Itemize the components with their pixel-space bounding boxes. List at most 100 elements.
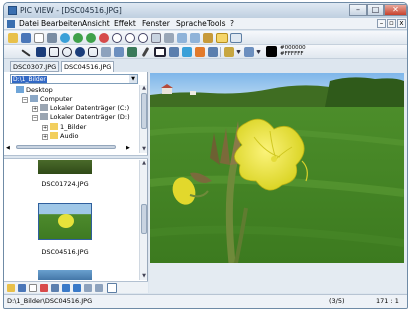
ellipse-tool-icon[interactable] [62, 47, 72, 57]
tab-dsc0307[interactable]: DSC0307.JPG [10, 61, 60, 72]
zoom-fit-icon[interactable] [138, 33, 148, 43]
vscroll-thumb[interactable] [141, 93, 147, 129]
expand-icon[interactable]: + [32, 106, 38, 112]
close-button[interactable]: ✕ [384, 4, 407, 16]
spray-dropdown-icon[interactable] [256, 50, 261, 54]
menu-sprache[interactable]: Sprache [176, 19, 207, 28]
spray-tool-icon[interactable] [244, 47, 254, 57]
menu-fenster[interactable]: Fenster [142, 19, 170, 28]
tab-dsc04516[interactable]: DSC04516.JPG [61, 61, 115, 72]
scroll-up-icon[interactable]: ▲ [140, 85, 148, 92]
tree-item-drive-d[interactable]: − Lokaler Datenträger (D:) [32, 113, 130, 122]
zoom-in-icon[interactable] [112, 33, 122, 43]
rounded-rect-tool-icon[interactable] [88, 47, 98, 57]
expand-icon[interactable]: + [42, 134, 48, 140]
text-tool-icon[interactable] [182, 47, 192, 57]
fill-tool-icon[interactable] [127, 47, 137, 57]
mdi-restore-button[interactable]: ▫ [387, 19, 396, 28]
thumbnail-label: DSC04516.JPG [41, 248, 89, 256]
rotate-left-icon[interactable] [177, 33, 187, 43]
save-icon[interactable] [21, 33, 31, 43]
print-icon[interactable] [47, 33, 57, 43]
new-icon[interactable] [29, 284, 37, 292]
previous-icon[interactable] [73, 33, 83, 43]
rect-tool-icon[interactable] [49, 47, 59, 57]
brush-tool-icon[interactable] [224, 47, 234, 57]
move-icon[interactable] [62, 284, 70, 292]
open-icon[interactable] [8, 33, 18, 43]
pen-tool-icon[interactable] [141, 46, 150, 58]
rename-icon[interactable] [51, 284, 59, 292]
image-viewer [149, 73, 407, 293]
minimize-button[interactable]: – [349, 4, 367, 16]
tree-item-desktop[interactable]: Desktop [16, 86, 53, 95]
document-tabs: DSC0307.JPG DSC04516.JPG [4, 60, 144, 72]
frame-tool-icon[interactable] [154, 47, 166, 57]
slideshow-icon[interactable] [203, 33, 213, 43]
main-photo[interactable] [150, 73, 404, 263]
mdi-minimize-button[interactable]: – [377, 19, 386, 28]
new-file-icon[interactable] [34, 33, 44, 43]
line-tool-icon[interactable] [21, 49, 31, 57]
next-icon[interactable] [86, 33, 96, 43]
menu-effekt[interactable]: Effekt [114, 19, 136, 28]
fullscreen-icon[interactable] [230, 33, 242, 43]
copy-icon[interactable] [73, 284, 81, 292]
desktop-icon [16, 86, 24, 93]
rotate-right-icon[interactable] [190, 33, 200, 43]
tree-hscroll[interactable]: ◀ ▶ [6, 143, 132, 151]
hscroll-thumb[interactable] [16, 145, 116, 149]
save-icon[interactable] [18, 284, 26, 292]
scroll-up-icon[interactable]: ▲ [140, 160, 148, 167]
thumbnail-dsc04516[interactable] [38, 203, 92, 240]
folder-view-icon[interactable] [216, 33, 228, 43]
info-icon[interactable] [60, 33, 70, 43]
vscroll-thumb[interactable] [141, 204, 147, 234]
select-tool-icon[interactable] [101, 47, 111, 57]
thumbnail-next[interactable] [38, 270, 92, 280]
menu-datei[interactable]: Datei [19, 19, 39, 28]
menu-bearbeiten[interactable]: Bearbeiten [41, 19, 82, 28]
undo-icon[interactable] [169, 47, 179, 57]
tree-vscroll[interactable]: ▲ ▼ [139, 85, 147, 153]
crop-tool-icon[interactable] [114, 47, 124, 57]
zoom-out-icon[interactable] [125, 33, 135, 43]
view-mode-icon[interactable] [107, 283, 117, 293]
tree-item-audio[interactable]: + Audio [42, 132, 78, 141]
stop-icon[interactable] [99, 33, 109, 43]
actual-size-icon[interactable] [164, 33, 174, 43]
rect-fill-tool-icon[interactable] [36, 47, 46, 57]
doc-icon[interactable] [7, 20, 15, 28]
chevron-down-icon[interactable]: ▼ [129, 75, 137, 83]
clone-tool-icon[interactable] [195, 47, 205, 57]
forward-icon[interactable] [95, 284, 103, 292]
fit-window-icon[interactable] [151, 33, 161, 43]
tree-item-drive-c[interactable]: + Lokaler Datenträger (C:) [32, 104, 129, 113]
scroll-right-icon[interactable]: ▶ [126, 144, 131, 151]
expand-icon[interactable]: + [42, 125, 48, 131]
open-folder-icon[interactable] [7, 284, 15, 292]
ellipse-fill-tool-icon[interactable] [75, 47, 85, 57]
delete-icon[interactable] [40, 284, 48, 292]
redeye-tool-icon[interactable] [208, 47, 218, 57]
status-zoom: 171 : 1 [376, 297, 399, 305]
menu-ansicht[interactable]: Ansicht [82, 19, 110, 28]
brush-dropdown-icon[interactable] [236, 50, 241, 54]
collapse-icon[interactable]: − [32, 115, 38, 121]
tree-item-computer[interactable]: − Computer [22, 95, 72, 104]
mdi-close-button[interactable]: x [397, 19, 406, 28]
thumbnail-vscroll[interactable]: ▲ ▼ [139, 160, 147, 280]
collapse-icon[interactable]: − [22, 97, 28, 103]
scroll-down-icon[interactable]: ▼ [140, 146, 148, 153]
panel-splitter[interactable] [4, 155, 148, 159]
scroll-left-icon[interactable]: ◀ [6, 144, 11, 151]
maximize-button[interactable]: □ [367, 4, 384, 16]
menu-tools[interactable]: Tools [207, 19, 225, 28]
back-icon[interactable] [84, 284, 92, 292]
foreground-color-swatch[interactable] [266, 46, 277, 57]
tree-item-1-bilder[interactable]: +1_Bilder [42, 123, 86, 132]
menu-help[interactable]: ? [230, 19, 234, 28]
scroll-down-icon[interactable]: ▼ [140, 273, 148, 280]
thumbnail-dsc01724[interactable] [38, 160, 92, 174]
path-combobox[interactable]: D:\1_Bilder ▼ [10, 74, 138, 84]
